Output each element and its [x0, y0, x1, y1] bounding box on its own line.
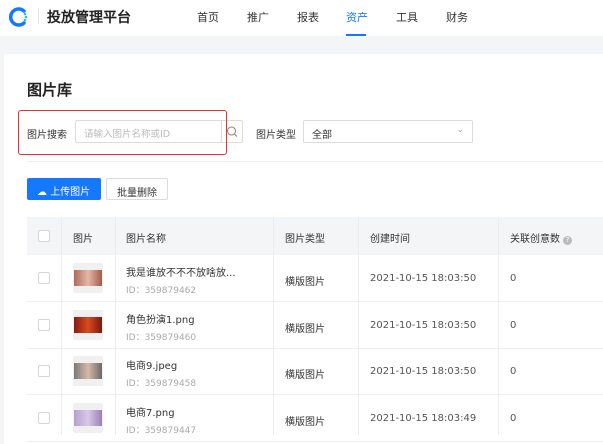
row-checkbox[interactable] — [38, 411, 50, 424]
table-row: 角色扮演1.png ID：359879460 横版图片 2021-10-15 1… — [27, 302, 603, 349]
row-checkbox[interactable] — [38, 318, 50, 331]
image-id: ID：359879458 — [126, 379, 197, 389]
nav-finance[interactable]: 财务 — [446, 9, 468, 25]
image-id: ID：359879462 — [126, 286, 197, 296]
image-type: 横版图片 — [285, 277, 325, 288]
table-row: 我是谁放不不不放啥放... ID：359879462 横版图片 2021-10-… — [27, 255, 603, 302]
image-type: 横版图片 — [285, 416, 325, 428]
active-tab-indicator — [346, 34, 366, 36]
divider — [38, 8, 39, 24]
nav-tools[interactable]: 工具 — [396, 9, 418, 25]
divider — [27, 161, 603, 162]
brand-title: 投放管理平台 — [47, 10, 131, 26]
col-created: 创建时间 — [370, 234, 410, 245]
table-row: 电商7.png ID：359879447 横版图片 2021-10-15 18:… — [27, 395, 603, 442]
column-divider — [61, 217, 62, 435]
created-time: 2021-10-15 18:03:49 — [370, 412, 477, 424]
chevron-down-icon: ⌄ — [456, 125, 464, 135]
row-checkbox[interactable] — [38, 272, 50, 284]
help-icon[interactable]: ? — [563, 236, 572, 245]
select-all-checkbox[interactable] — [38, 230, 50, 242]
row-checkbox[interactable] — [38, 365, 50, 377]
column-divider — [498, 217, 499, 435]
column-divider — [115, 217, 116, 435]
image-id: ID：359879447 — [126, 425, 197, 436]
creative-count: 0 — [510, 319, 517, 331]
col-image: 图片 — [73, 234, 93, 245]
highlight-box — [18, 110, 227, 155]
batch-delete-button[interactable]: 批量删除 — [106, 178, 168, 200]
nav-reports[interactable]: 报表 — [297, 9, 319, 25]
page-title: 图片库 — [27, 81, 73, 99]
created-time: 2021-10-15 18:03:50 — [370, 273, 477, 284]
nav-promotion[interactable]: 推广 — [247, 9, 269, 25]
creative-count: 0 — [510, 412, 517, 424]
created-time: 2021-10-15 18:03:50 — [370, 366, 477, 377]
image-name[interactable]: 角色扮演1.png — [126, 311, 195, 326]
upload-button[interactable]: ☁ 上传图片 — [27, 178, 101, 200]
table-header: 图片 图片名称 图片类型 创建时间 关联创意数? — [27, 217, 603, 255]
cloud-upload-icon: ☁ — [37, 187, 47, 198]
upload-label: 上传图片 — [50, 187, 91, 198]
column-divider — [273, 217, 274, 435]
image-thumbnail[interactable] — [73, 263, 103, 293]
image-type: 横版图片 — [285, 370, 325, 381]
column-divider — [358, 217, 359, 435]
created-time: 2021-10-15 18:03:50 — [370, 319, 477, 331]
top-header: 投放管理平台 首页 推广 报表 资产 工具 财务 — [0, 0, 603, 36]
creative-count: 0 — [510, 366, 517, 377]
image-name[interactable]: 电商9.jpeg — [126, 357, 177, 372]
type-select-value: 全部 — [312, 130, 332, 141]
creative-count: 0 — [510, 273, 517, 284]
col-creative-count-label: 关联创意数 — [510, 234, 560, 245]
image-name[interactable]: 我是谁放不不不放啥放... — [126, 264, 236, 279]
nav-home[interactable]: 首页 — [197, 9, 219, 25]
nav-assets[interactable]: 资产 — [346, 9, 368, 25]
image-name[interactable]: 电商7.png — [126, 404, 175, 419]
image-thumbnail[interactable] — [73, 402, 103, 433]
image-type: 横版图片 — [285, 323, 325, 335]
col-creative-count: 关联创意数? — [510, 230, 572, 245]
type-select[interactable]: 全部 ⌄ — [303, 120, 473, 143]
table-row: 电商9.jpeg ID：359879458 横版图片 2021-10-15 18… — [27, 348, 603, 395]
image-thumbnail[interactable] — [73, 356, 103, 386]
image-id: ID：359879460 — [126, 332, 197, 343]
image-thumbnail[interactable] — [73, 309, 103, 340]
type-label: 图片类型 — [256, 130, 296, 141]
logo-icon — [9, 7, 28, 27]
col-type: 图片类型 — [285, 234, 325, 245]
col-name: 图片名称 — [126, 234, 166, 245]
